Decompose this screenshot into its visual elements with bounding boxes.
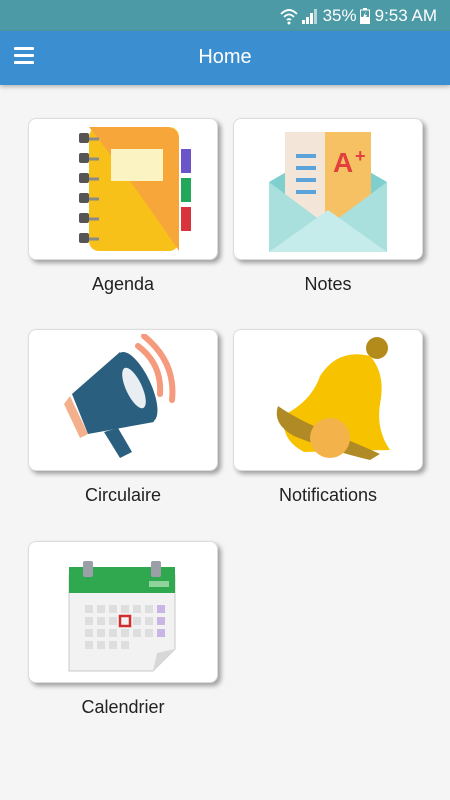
battery-percentage: 35% xyxy=(322,5,357,25)
clock: 9:53 AM xyxy=(374,5,437,25)
agenda-notebook-icon xyxy=(79,127,191,251)
bell-icon xyxy=(276,337,390,460)
tile-label-agenda: Agenda xyxy=(91,274,155,294)
tile-label-circulaire: Circulaire xyxy=(84,485,162,505)
page-title: Home xyxy=(198,46,252,68)
tile-notifications[interactable] xyxy=(233,329,423,471)
svg-text:+: + xyxy=(355,146,366,166)
tile-label-notes: Notes xyxy=(304,274,352,294)
calendar-icon xyxy=(68,561,176,672)
tile-label-calendrier: Calendrier xyxy=(81,697,165,717)
notes-envelope-icon: A + xyxy=(269,132,387,252)
app-bar: Home xyxy=(0,31,450,85)
megaphone-icon xyxy=(64,334,176,458)
tile-circulaire[interactable] xyxy=(28,329,218,471)
wifi-icon xyxy=(279,8,298,24)
battery-charging-icon xyxy=(359,7,370,24)
tile-agenda[interactable] xyxy=(28,118,218,260)
signal-icon xyxy=(301,8,317,24)
svg-text:A: A xyxy=(333,147,353,178)
status-bar: 35% 9:53 AM xyxy=(0,0,450,31)
tile-notes[interactable]: A + xyxy=(233,118,423,260)
tile-label-notifications: Notifications xyxy=(278,485,378,505)
tile-calendrier[interactable] xyxy=(28,541,218,683)
